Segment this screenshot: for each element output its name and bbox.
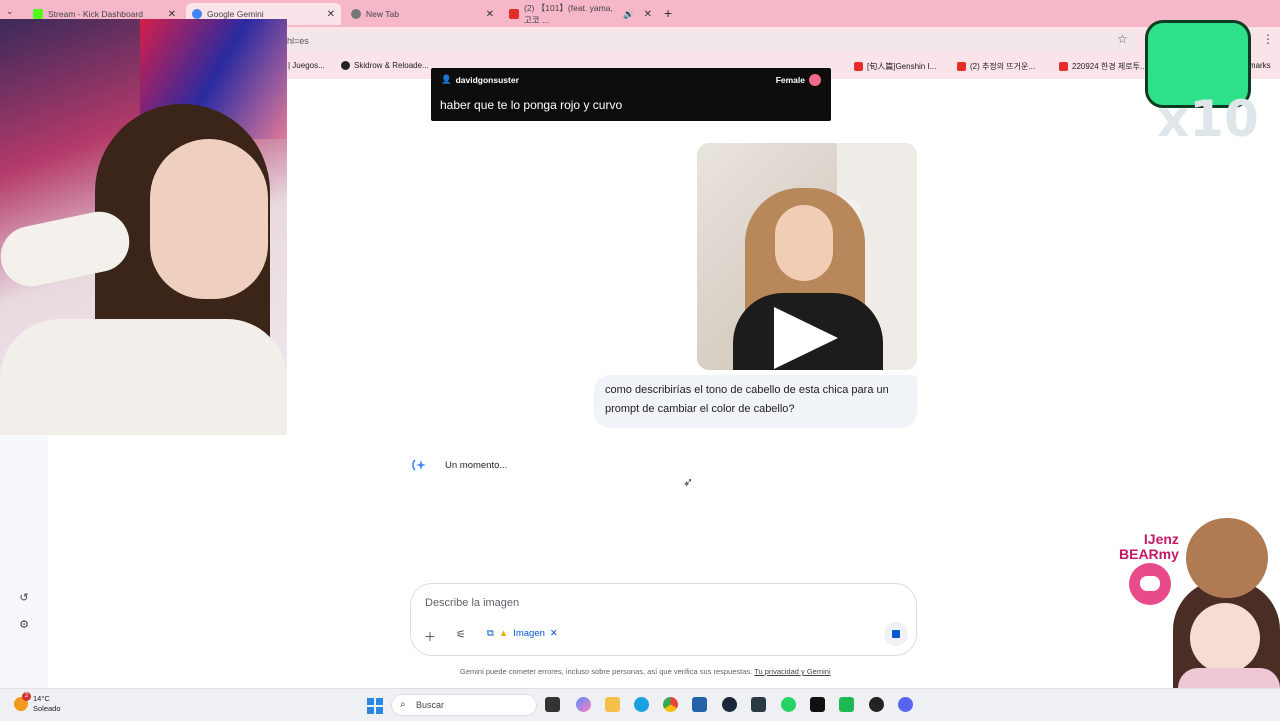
temperature: 14°C bbox=[33, 694, 50, 703]
youtube-icon bbox=[1059, 62, 1068, 71]
tab-title: (2) 【101】(feat. yama, 고코 ... bbox=[524, 3, 613, 25]
webcam-overlay bbox=[0, 19, 287, 435]
bookmark-item[interactable]: | Juegos... bbox=[288, 61, 325, 70]
image-tool-chip[interactable]: ⧉ ▲ Imagen ✕ bbox=[487, 628, 558, 639]
discord-icon bbox=[1129, 563, 1171, 605]
chrome-icon[interactable] bbox=[663, 697, 678, 712]
sun-icon: 2 bbox=[14, 692, 31, 711]
gemini-icon bbox=[192, 9, 202, 19]
banana-icon: ▲ bbox=[498, 628, 509, 639]
uploaded-video-thumbnail[interactable] bbox=[697, 143, 917, 370]
weather-widget[interactable]: 2 14°C Soleado bbox=[14, 692, 61, 714]
prompt-input-box[interactable]: Describe la imagen ＋ ⚟ ⧉ ▲ Imagen ✕ bbox=[410, 583, 917, 656]
prompt-input[interactable]: Describe la imagen bbox=[425, 597, 519, 609]
tab-youtube[interactable]: (2) 【101】(feat. yama, 고코 ... 🔊 ✕ bbox=[503, 3, 658, 25]
app-icon[interactable] bbox=[839, 697, 854, 712]
tab-title: New Tab bbox=[366, 9, 399, 19]
youtube-icon bbox=[957, 62, 966, 71]
bookmark-item[interactable]: Skidrow & Reloade... bbox=[341, 61, 429, 70]
chat-username: davidgonsuster bbox=[455, 74, 519, 85]
file-explorer-icon[interactable] bbox=[605, 697, 620, 712]
tools-icon[interactable]: ⚟ bbox=[456, 628, 466, 641]
settings-icon[interactable]: ⚙ bbox=[17, 618, 31, 632]
close-icon[interactable]: ✕ bbox=[550, 628, 558, 639]
discord-taskbar-icon[interactable] bbox=[898, 697, 913, 712]
stop-button[interactable] bbox=[884, 622, 908, 646]
youtube-icon bbox=[509, 9, 519, 19]
terminal-icon[interactable] bbox=[751, 697, 766, 712]
kick-icon bbox=[33, 9, 43, 19]
store-icon[interactable] bbox=[692, 697, 707, 712]
bookmark-item[interactable]: 220924 한경 제로투... bbox=[1059, 61, 1147, 72]
stop-icon bbox=[892, 630, 900, 638]
windows-taskbar: 2 14°C Soleado ⌕ Buscar bbox=[0, 688, 1280, 721]
user-prompt-bubble: como describirías el tono de cabello de … bbox=[594, 375, 917, 428]
edge-icon[interactable] bbox=[634, 697, 649, 712]
loading-status: Un momento... bbox=[445, 460, 508, 471]
play-icon[interactable] bbox=[774, 307, 838, 369]
user-icon: 👤 bbox=[441, 74, 452, 84]
privacy-link[interactable]: Tu privacidad y Gemini bbox=[754, 667, 830, 676]
add-icon[interactable]: ＋ bbox=[424, 628, 436, 645]
close-icon[interactable]: ✕ bbox=[168, 9, 176, 20]
mouse-cursor-icon: ➶ bbox=[683, 475, 694, 489]
close-icon[interactable]: ✕ bbox=[644, 9, 652, 20]
gender-label: Female bbox=[775, 75, 805, 85]
obs-icon[interactable] bbox=[869, 697, 884, 712]
bookmark-item[interactable]: (2) 추정의 뜨거운... bbox=[957, 61, 1035, 72]
weather-condition: Soleado bbox=[33, 704, 61, 713]
close-icon[interactable]: ✕ bbox=[486, 9, 494, 20]
bookmark-item[interactable]: [旬人篇]Genshin I... bbox=[854, 61, 936, 72]
tab-title: Stream - Kick Dashboard bbox=[48, 9, 143, 19]
tab-new-tab[interactable]: New Tab ✕ bbox=[345, 3, 500, 25]
skull-icon bbox=[341, 61, 350, 70]
new-tab-button[interactable]: + bbox=[664, 5, 672, 21]
close-icon[interactable]: ✕ bbox=[327, 9, 335, 20]
tab-search-icon[interactable]: ⌄ bbox=[6, 6, 14, 17]
chrome-icon bbox=[351, 9, 361, 19]
gemini-spark-icon bbox=[412, 459, 426, 471]
speaker-icon[interactable]: 🔊 bbox=[623, 9, 634, 20]
image-tool-icon: ⧉ bbox=[487, 628, 494, 639]
chat-message: haber que te lo ponga rojo y curvo bbox=[440, 98, 623, 112]
multiplier-overlay: x10 bbox=[1145, 12, 1265, 152]
taskbar-search[interactable]: ⌕ Buscar bbox=[391, 694, 537, 716]
tab-title: Google Gemini bbox=[207, 9, 264, 19]
steam-icon[interactable] bbox=[722, 697, 737, 712]
epic-games-icon[interactable] bbox=[810, 697, 825, 712]
task-view-icon[interactable] bbox=[545, 697, 560, 712]
whatsapp-icon[interactable] bbox=[781, 697, 796, 712]
copilot-icon[interactable] bbox=[576, 697, 591, 712]
disclaimer: Gemini puede cometer errores, incluso so… bbox=[460, 667, 831, 676]
history-icon[interactable]: ↺ bbox=[17, 591, 31, 605]
youtube-icon bbox=[854, 62, 863, 71]
windows-start-icon[interactable] bbox=[367, 698, 383, 714]
search-icon: ⌕ bbox=[400, 699, 406, 710]
gender-icon bbox=[809, 74, 821, 86]
stream-chat-overlay: 👤 davidgonsuster Female haber que te lo … bbox=[431, 68, 831, 121]
address-bar[interactable]: hl=es bbox=[282, 31, 1137, 52]
bear-icon bbox=[1186, 518, 1268, 598]
bookmark-star-icon[interactable]: ☆ bbox=[1117, 32, 1128, 46]
multiplier-label: x10 bbox=[1157, 90, 1259, 148]
notification-badge: 2 bbox=[22, 692, 31, 701]
